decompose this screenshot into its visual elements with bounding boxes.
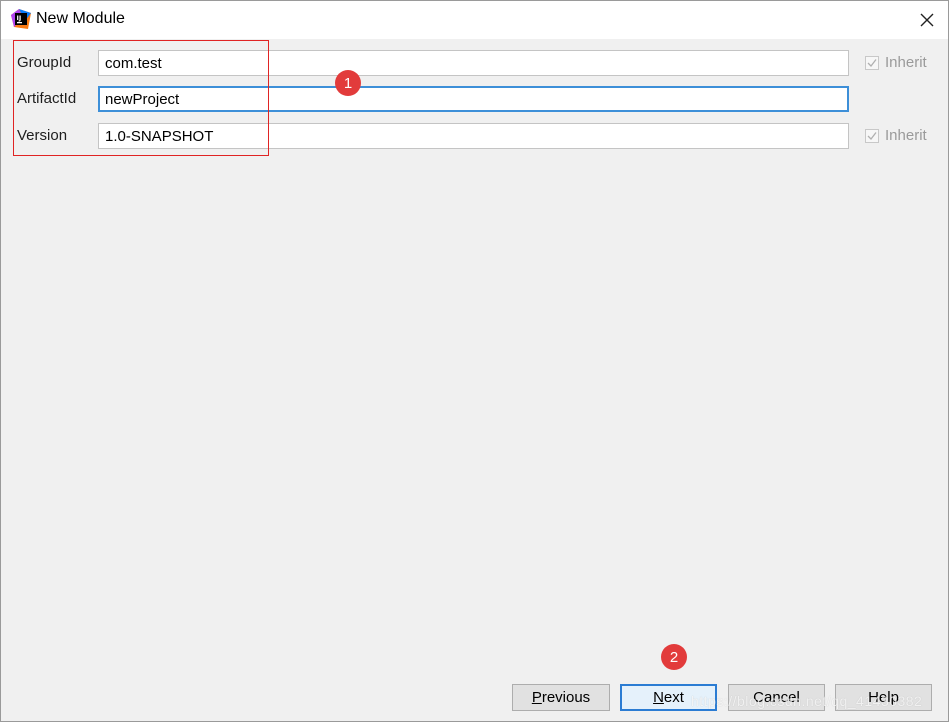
watermark: https://blog.csdn.net/qq_41430382 (691, 693, 923, 709)
checkbox-box (865, 128, 879, 143)
group-id-inherit-checkbox[interactable]: Inherit (865, 54, 927, 71)
new-module-dialog: IJ New Module GroupId Inherit ArtifactId… (0, 0, 949, 722)
next-mnemonic: N (653, 689, 664, 706)
checkbox-box (865, 55, 879, 70)
inherit-label: Inherit (885, 54, 927, 71)
version-inherit-checkbox[interactable]: Inherit (865, 127, 927, 144)
close-icon (920, 13, 934, 27)
next-label: ext (663, 689, 684, 706)
dialog-title: New Module (36, 10, 125, 27)
intellij-idea-icon: IJ (11, 9, 31, 29)
inherit-label: Inherit (885, 127, 927, 144)
annotation-badge-1: 1 (335, 70, 361, 96)
previous-label: revious (541, 689, 591, 706)
annotation-badge-2: 2 (661, 644, 687, 670)
annotation-highlight-box (13, 40, 269, 156)
checkmark-icon (867, 131, 877, 140)
checkmark-icon (867, 58, 877, 67)
title-bar: IJ New Module (1, 1, 948, 39)
previous-button[interactable]: Previous (512, 684, 610, 711)
close-button[interactable] (907, 1, 947, 39)
svg-text:IJ: IJ (17, 14, 22, 22)
previous-mnemonic: P (531, 689, 542, 706)
